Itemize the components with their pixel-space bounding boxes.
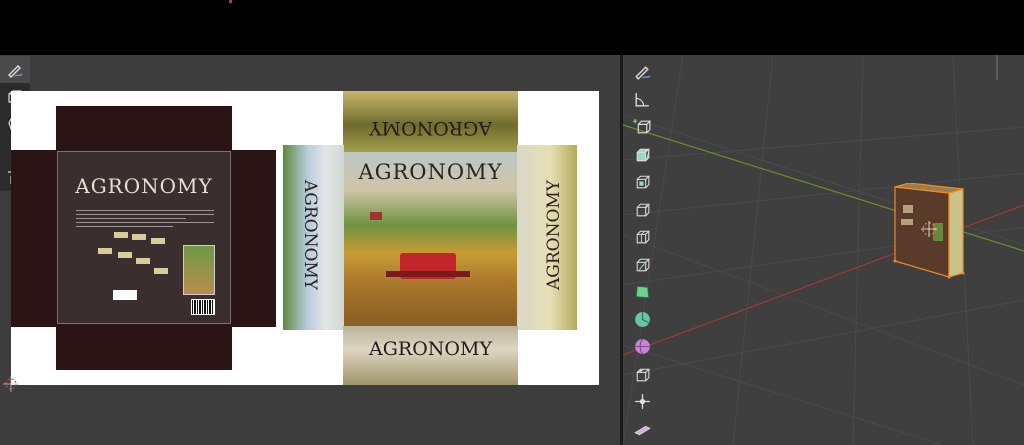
bevel-tool-button[interactable] <box>627 196 657 224</box>
measure-icon <box>634 92 649 107</box>
box-front-cover: AGRONOMY <box>344 152 517 326</box>
extrude-icon <box>636 148 650 162</box>
bevel-icon <box>636 203 650 217</box>
spin-tool-button[interactable] <box>627 306 657 334</box>
3d-viewport[interactable] <box>623 55 1024 445</box>
shrink-fatten-icon <box>634 394 650 410</box>
component-card <box>98 248 112 254</box>
component-card <box>136 258 150 264</box>
left-spine-title: AGRONOMY <box>300 179 321 291</box>
back-title: AGRONOMY <box>75 174 213 198</box>
uv-texture-canvas[interactable]: AGRONOMY AGRONOMY AGRONOMY AGRONOMY AGRO… <box>11 91 599 385</box>
uv-editor[interactable]: AGRONOMY AGRONOMY AGRONOMY AGRONOMY AGRO… <box>0 55 620 445</box>
back-right-flap <box>229 150 276 327</box>
annotate-tool-button[interactable] <box>0 56 30 83</box>
poly-build-tool-button[interactable] <box>627 278 657 306</box>
measure-tool-button[interactable] <box>627 86 657 114</box>
box-3d-object[interactable] <box>893 183 965 279</box>
poly-build-icon <box>635 285 649 299</box>
front-right-spine: AGRONOMY <box>517 145 577 330</box>
component-card <box>118 252 132 258</box>
loop-cut-tool-button[interactable] <box>627 223 657 251</box>
smooth-icon <box>634 339 650 355</box>
component-card <box>114 232 128 238</box>
component-card <box>154 268 168 274</box>
cursor-marker <box>229 0 232 3</box>
top-flap-title: AGRONOMY <box>369 117 492 139</box>
loop-cut-icon <box>636 230 650 244</box>
back-bottom-flap <box>56 323 232 370</box>
extrude-tool-button[interactable] <box>627 141 657 169</box>
inset-icon <box>636 175 650 189</box>
shear-icon <box>633 425 651 436</box>
back-description <box>76 210 214 230</box>
right-spine-title: AGRONOMY <box>544 179 565 291</box>
smooth-tool-button[interactable] <box>627 333 657 361</box>
component-card <box>151 238 165 244</box>
shear-tool-button[interactable] <box>627 416 657 444</box>
2d-cursor-icon[interactable] <box>3 376 19 392</box>
front-title: AGRONOMY <box>358 160 503 184</box>
viewport-toolbar <box>627 58 657 443</box>
add-cube-tool-button[interactable] <box>627 113 657 141</box>
front-top-flap: AGRONOMY <box>343 91 518 153</box>
back-photo <box>183 245 215 295</box>
spin-icon <box>634 311 650 327</box>
inset-tool-button[interactable] <box>627 168 657 196</box>
top-header-bar <box>0 0 1024 55</box>
knife-icon <box>636 258 650 272</box>
knife-tool-button[interactable] <box>627 251 657 279</box>
edge-slide-icon <box>636 368 650 382</box>
edge-slide-tool-button[interactable] <box>627 361 657 389</box>
back-left-flap <box>11 150 59 327</box>
barcode <box>191 299 215 315</box>
shrink-fatten-tool-button[interactable] <box>627 388 657 416</box>
box-back-panel: AGRONOMY <box>58 152 230 323</box>
info-label <box>113 290 137 300</box>
front-bottom-flap: AGRONOMY <box>343 326 518 385</box>
front-left-spine: AGRONOMY <box>283 145 344 330</box>
bottom-flap-title: AGRONOMY <box>369 338 492 360</box>
barn <box>370 212 382 220</box>
component-card <box>132 234 146 240</box>
back-top-flap <box>56 106 232 153</box>
annotate-icon <box>634 66 650 81</box>
combine-harvester <box>386 253 470 279</box>
annotate-tool-button[interactable] <box>627 58 657 86</box>
add-cube-icon <box>632 119 651 134</box>
annotate-icon <box>8 64 23 78</box>
